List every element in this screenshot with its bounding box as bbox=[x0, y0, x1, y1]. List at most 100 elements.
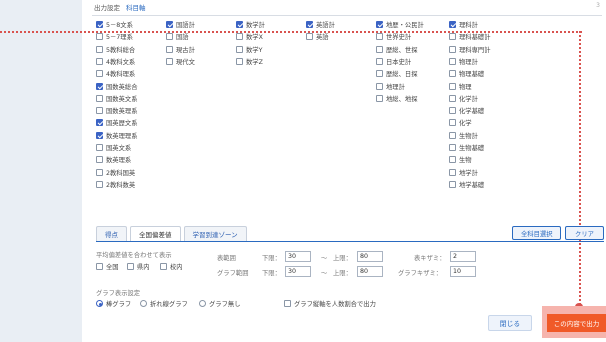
close-button[interactable]: 閉じる bbox=[488, 315, 532, 331]
subject-label: 生物 bbox=[459, 157, 472, 165]
subject-checkbox[interactable]: 数学Y bbox=[236, 45, 262, 54]
graph-upper-input[interactable]: 80 bbox=[357, 266, 383, 277]
subject-label: 化学 bbox=[459, 120, 472, 128]
subject-checkbox[interactable]: 4教科理系 bbox=[96, 69, 135, 78]
subject-checkbox[interactable]: 物理 bbox=[449, 82, 472, 91]
subject-checkbox[interactable]: 化学基礎 bbox=[449, 106, 484, 115]
subject-checkbox[interactable]: 国語計 bbox=[166, 20, 195, 29]
clear-button[interactable]: クリア bbox=[565, 226, 604, 240]
tab-subject-axis[interactable]: 科目軸 bbox=[126, 2, 146, 14]
graph-scale-input[interactable]: 10 bbox=[450, 266, 476, 277]
checkbox-label: 校内 bbox=[170, 264, 183, 271]
graph-line-radio[interactable]: 折れ線グラフ bbox=[140, 299, 188, 308]
subject-checkbox[interactable]: 世界史計 bbox=[376, 32, 411, 41]
avg-prefecture-checkbox[interactable]: 県内 bbox=[127, 262, 150, 271]
checkbox-box bbox=[376, 82, 383, 90]
subject-checkbox[interactable]: 国英歴文系 bbox=[96, 118, 137, 127]
subject-label: 国数英総合 bbox=[106, 83, 138, 91]
subject-checkbox[interactable]: 数学計 bbox=[236, 20, 265, 29]
subject-checkbox[interactable]: 現古計 bbox=[166, 45, 195, 54]
table-scale-input[interactable]: 2 bbox=[450, 251, 476, 262]
subject-checkbox[interactable]: 国数英文系 bbox=[96, 94, 137, 103]
checkbox-box bbox=[236, 21, 243, 28]
table-upper-input[interactable]: 80 bbox=[357, 251, 383, 262]
subject-checkbox[interactable]: 地総、地探 bbox=[376, 94, 417, 103]
avg-school-checkbox[interactable]: 校内 bbox=[160, 262, 183, 271]
radio-circle bbox=[140, 300, 147, 307]
subject-checkbox[interactable]: 生物 bbox=[449, 155, 472, 164]
tab-output-settings[interactable]: 出力設定 bbox=[94, 2, 120, 14]
subject-label: 理科専門計 bbox=[459, 46, 491, 54]
subject-checkbox[interactable]: 5－8文系 bbox=[96, 20, 133, 29]
subject-checkbox[interactable]: 歴総、世探 bbox=[376, 45, 417, 54]
subject-checkbox[interactable]: 地歴・公民計 bbox=[376, 20, 424, 29]
checkbox-box bbox=[449, 144, 456, 151]
graph-bar-radio[interactable]: 棒グラフ bbox=[96, 299, 131, 308]
checkbox-box bbox=[96, 33, 103, 41]
graph-settings-label: グラフ表示設定 bbox=[96, 290, 141, 297]
subject-checkbox[interactable]: 英語 bbox=[306, 32, 329, 41]
subject-checkbox[interactable]: 4教科文系 bbox=[96, 57, 135, 66]
avg-deviation-label: 平均偏差値を合わせて表示 bbox=[96, 252, 172, 259]
subject-checkbox[interactable]: 国数英理系 bbox=[96, 106, 137, 115]
subject-checkbox[interactable]: 理科専門計 bbox=[449, 45, 490, 54]
subject-checkbox[interactable]: 5教科総合 bbox=[96, 45, 135, 54]
subject-checkbox[interactable]: 数学Z bbox=[236, 57, 263, 66]
subject-checkbox[interactable]: 英語計 bbox=[306, 20, 335, 29]
checkbox-box bbox=[96, 57, 103, 65]
table-scale-label: 表キザミ： bbox=[414, 255, 446, 262]
subject-label: 地学基礎 bbox=[459, 181, 485, 189]
avg-national-checkbox[interactable]: 全国 bbox=[96, 262, 119, 271]
background-pane bbox=[0, 0, 82, 342]
subject-checkbox[interactable]: 2教科数英 bbox=[96, 180, 135, 189]
subject-checkbox[interactable]: 国語 bbox=[166, 32, 189, 41]
subject-checkbox[interactable]: 国英文系 bbox=[96, 143, 131, 152]
table-lower-label: 下限： bbox=[262, 255, 281, 262]
subject-label: 5教科総合 bbox=[106, 46, 136, 54]
subject-checkbox[interactable]: 物理計 bbox=[449, 57, 478, 66]
subject-label: 歴総、日探 bbox=[386, 71, 418, 79]
table-lower-input[interactable]: 30 bbox=[285, 251, 311, 262]
subject-label: 国英歴文系 bbox=[106, 120, 138, 128]
subject-checkbox[interactable]: 理科基礎計 bbox=[449, 32, 490, 41]
graph-none-radio[interactable]: グラフ無し bbox=[199, 299, 240, 308]
radio-circle bbox=[199, 300, 206, 307]
subject-checkbox[interactable]: 生物計 bbox=[449, 131, 478, 140]
tab-learning-zone[interactable]: 学習到達ゾーン bbox=[183, 226, 247, 241]
subject-checkbox[interactable]: 化学計 bbox=[449, 94, 478, 103]
subject-checkbox[interactable]: 5－7理系 bbox=[96, 32, 133, 41]
graph-ratio-checkbox[interactable]: グラフ縦軸を人数割合で出力 bbox=[284, 299, 376, 308]
guide-line-vertical bbox=[579, 31, 581, 309]
subject-checkbox[interactable]: 数英理系 bbox=[96, 155, 131, 164]
radio-label: 折れ線グラフ bbox=[150, 301, 188, 308]
subject-checkbox[interactable]: 数英理理系 bbox=[96, 131, 137, 140]
subject-checkbox[interactable]: 歴総、日探 bbox=[376, 69, 417, 78]
subject-checkbox[interactable]: 2教科国英 bbox=[96, 168, 135, 177]
subject-checkbox[interactable]: 物理基礎 bbox=[449, 69, 484, 78]
subject-checkbox[interactable]: 理科計 bbox=[449, 20, 478, 29]
subject-label: 数学Z bbox=[246, 58, 263, 66]
panel-tabs: 出力設定 科目軸 bbox=[94, 2, 146, 14]
subject-checkbox[interactable]: 化学 bbox=[449, 118, 472, 127]
graph-upper-label: 上限： bbox=[333, 270, 352, 277]
checkbox-box bbox=[236, 33, 243, 41]
subject-checkbox[interactable]: 地理計 bbox=[376, 82, 405, 91]
tab-score[interactable]: 得点 bbox=[96, 226, 127, 241]
subject-checkbox[interactable]: 数学X bbox=[236, 32, 263, 41]
subject-checkbox[interactable]: 現代文 bbox=[166, 57, 195, 66]
output-button[interactable]: この内容で出力 bbox=[547, 314, 606, 332]
subject-checkbox[interactable]: 地学基礎 bbox=[449, 180, 484, 189]
checkbox-box bbox=[166, 33, 173, 41]
checkbox-box bbox=[166, 21, 173, 28]
subject-checkbox[interactable]: 生物基礎 bbox=[449, 143, 484, 152]
graph-lower-input[interactable]: 30 bbox=[285, 266, 311, 277]
tab-national-deviation[interactable]: 全国偏差値 bbox=[130, 226, 181, 241]
checkbox-box bbox=[166, 57, 173, 65]
subject-label: 国語 bbox=[176, 34, 189, 42]
subject-checkbox[interactable]: 地学計 bbox=[449, 168, 478, 177]
select-all-subjects-button[interactable]: 全科目選択 bbox=[512, 226, 562, 240]
checkbox-box bbox=[306, 21, 313, 28]
subject-checkbox[interactable]: 国数英総合 bbox=[96, 82, 137, 91]
checkbox-box bbox=[449, 119, 456, 127]
subject-checkbox[interactable]: 日本史計 bbox=[376, 57, 411, 66]
